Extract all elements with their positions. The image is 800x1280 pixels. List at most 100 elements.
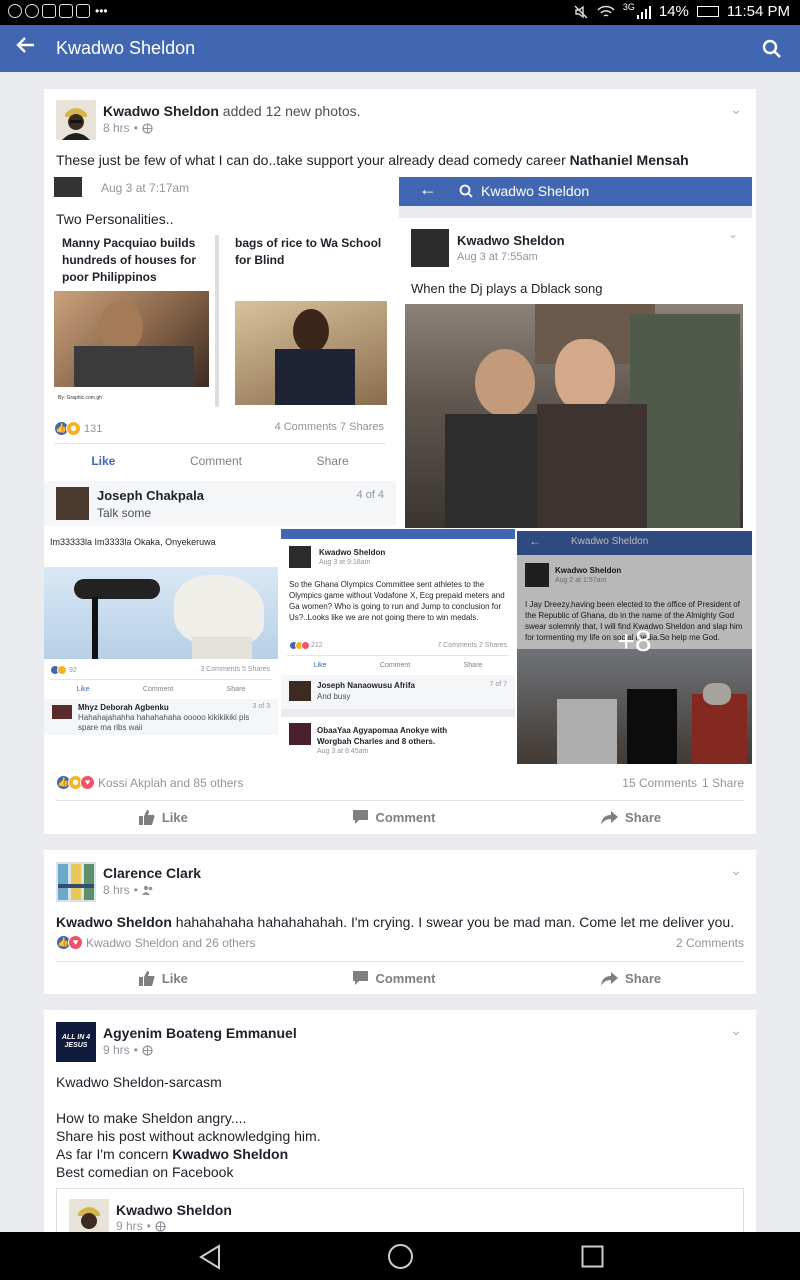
photo-caption: Two Personalities.. <box>56 211 174 227</box>
globe-icon <box>142 1044 153 1056</box>
photo-1[interactable]: Aug 3 at 7:17am Two Personalities.. Mann… <box>44 177 396 526</box>
comment-text: Hahahajahahha hahahahaha ooooo kikikikik… <box>78 713 250 732</box>
page-indicator: 3 of 3 <box>252 703 270 710</box>
more-photos-count[interactable]: +8 <box>517 625 752 659</box>
whatsapp-icon <box>25 4 39 18</box>
globe-icon <box>142 122 153 134</box>
avatar <box>289 546 311 568</box>
article-headline: bags of rice to Wa School for Blind <box>235 236 382 267</box>
search-icon <box>459 184 473 198</box>
search-icon[interactable] <box>762 39 782 59</box>
meme-photo <box>44 567 278 659</box>
comment-button[interactable]: Comment <box>380 662 410 669</box>
comment-button[interactable]: Comment <box>353 810 435 825</box>
recents-square-icon[interactable] <box>581 1245 604 1268</box>
page-indicator: 4 of 4 <box>356 489 384 501</box>
comment-icon <box>353 971 369 985</box>
post-author[interactable]: Agyenim Boateng Emmanuel <box>103 1025 297 1041</box>
next-post-author: ObaaYaa Agyapomaa Anokye with Worgbah Ch… <box>317 726 448 746</box>
back-arrow-icon[interactable] <box>16 35 36 61</box>
photo-credit: By: Graphic.com.gh <box>58 395 102 401</box>
battery-icon <box>696 6 719 17</box>
love-reaction-icon: ♥ <box>68 935 83 950</box>
post-text: These just be few of what I can do..take… <box>56 152 689 168</box>
tagged-user[interactable]: Kwadwo Sheldon <box>56 914 172 930</box>
post-author[interactable]: Clarence Clark <box>103 865 201 881</box>
shared-author[interactable]: Kwadwo Sheldon <box>116 1202 232 1218</box>
post-card: ALL IN 4 JESUS Agyenim Boateng Emmanuel … <box>44 1010 756 1239</box>
back-triangle-icon[interactable] <box>198 1244 222 1270</box>
thumbs-up-icon <box>138 810 155 825</box>
comment-icon <box>353 810 369 824</box>
chevron-down-icon: ⌄ <box>727 227 738 241</box>
comment-button[interactable]: Comment <box>353 971 435 986</box>
share-button[interactable]: Share <box>227 686 246 693</box>
home-circle-icon[interactable] <box>387 1243 414 1270</box>
app-bar: Kwadwo Sheldon <box>0 25 800 72</box>
share-button[interactable]: Share <box>464 662 483 669</box>
commenter-name: Joseph Nanaowusu Afrifa <box>317 681 415 690</box>
comment-button[interactable]: Comment <box>190 454 242 468</box>
shares-count[interactable]: 1 Share <box>702 776 744 790</box>
battery-percent: 14% <box>658 3 689 20</box>
shared-post[interactable]: Kwadwo Sheldon 9 hrs • <box>56 1188 744 1239</box>
post-time[interactable]: 8 hrs <box>103 883 130 897</box>
reaction-icons[interactable]: 👍 ♥ <box>56 935 83 950</box>
page-title: Kwadwo Sheldon <box>56 38 196 58</box>
screenshot-text: Im33333la Im3333la Okaka, Onyekeruwa <box>50 537 216 547</box>
avatar[interactable] <box>56 100 96 140</box>
photo-5[interactable]: ← Kwadwo Sheldon Kwadwo Sheldon Aug 2 at… <box>517 531 752 764</box>
back-arrow-icon: ← <box>419 179 437 199</box>
clock: 11:54 PM <box>726 3 790 20</box>
commenter-name: Mhyz Deborah Agbenku <box>78 703 169 712</box>
like-button[interactable]: Like <box>138 971 188 986</box>
like-button[interactable]: Like <box>91 454 115 468</box>
tagged-user[interactable]: Nathaniel Mensah <box>570 152 689 168</box>
mute-icon <box>574 5 588 18</box>
share-button[interactable]: Share <box>317 454 349 468</box>
reaction-summary[interactable]: Kossi Akplah and 85 others <box>98 776 243 790</box>
reaction-summary[interactable]: Kwadwo Sheldon and 26 others <box>86 936 255 950</box>
thumbs-up-icon <box>138 971 155 986</box>
screenshot-author: Kwadwo Sheldon <box>457 233 565 248</box>
post-author[interactable]: Kwadwo Sheldon <box>103 103 219 119</box>
avatar-text: ALL IN 4 JESUS <box>61 1034 91 1049</box>
wifi-icon <box>597 5 615 17</box>
reaction-icons <box>289 641 310 650</box>
like-button[interactable]: Like <box>138 810 188 825</box>
chevron-down-icon[interactable]: ⌄ <box>730 1022 742 1039</box>
more-notifications-icon: ••• <box>95 4 108 18</box>
screenshot-text: When the Dj plays a Dblack song <box>411 281 603 296</box>
like-button[interactable]: Like <box>77 686 90 693</box>
notification-icons: ••• <box>8 4 108 18</box>
comments-count[interactable]: 15 Comments <box>622 776 697 790</box>
share-button[interactable]: Share <box>601 971 661 986</box>
chevron-down-icon[interactable]: ⌄ <box>730 862 742 879</box>
system-nav-bar <box>0 1232 800 1280</box>
photo-4[interactable]: Kwadwo Sheldon Aug 3 at 9:18am So the Gh… <box>281 529 515 765</box>
avatar <box>411 229 449 267</box>
post-card: Clarence Clark 8 hrs • ⌄ Kwadwo Sheldon h… <box>44 850 756 994</box>
article-headline: Manny Pacquiao builds hundreds of houses… <box>62 236 197 284</box>
tagged-user[interactable]: Kwadwo Sheldon <box>172 1146 288 1162</box>
signal-icon <box>636 5 651 19</box>
screenshot-text: So the Ghana Olympics Committee sent ath… <box>289 580 505 622</box>
photo-stats: 7 Comments 2 Shares <box>437 642 507 649</box>
reaction-icons[interactable]: 👍 ☻ ♥ <box>56 775 95 790</box>
avatar <box>289 723 311 745</box>
globe-icon <box>155 1220 166 1232</box>
avatar[interactable] <box>56 862 96 902</box>
share-button[interactable]: Share <box>601 810 661 825</box>
like-button[interactable]: Like <box>314 662 327 669</box>
comment-button[interactable]: Comment <box>143 686 173 693</box>
post-time[interactable]: 9 hrs <box>103 1043 130 1057</box>
avatar[interactable]: ALL IN 4 JESUS <box>56 1022 96 1062</box>
photo-2[interactable]: ← Kwadwo Sheldon Kwadwo Sheldon Aug 3 at… <box>399 177 752 528</box>
comment-text: And busy <box>317 692 351 701</box>
comments-count[interactable]: 2 Comments <box>676 936 744 950</box>
chevron-down-icon[interactable]: ⌄ <box>730 101 742 118</box>
status-bar: ••• 3G 14% 11:54 PM <box>0 0 800 25</box>
screenshot-title: Kwadwo Sheldon <box>481 183 590 199</box>
photo-3[interactable]: Im33333la Im3333la Okaka, Onyekeruwa 92 … <box>44 529 278 747</box>
post-time[interactable]: 8 hrs <box>103 121 130 135</box>
